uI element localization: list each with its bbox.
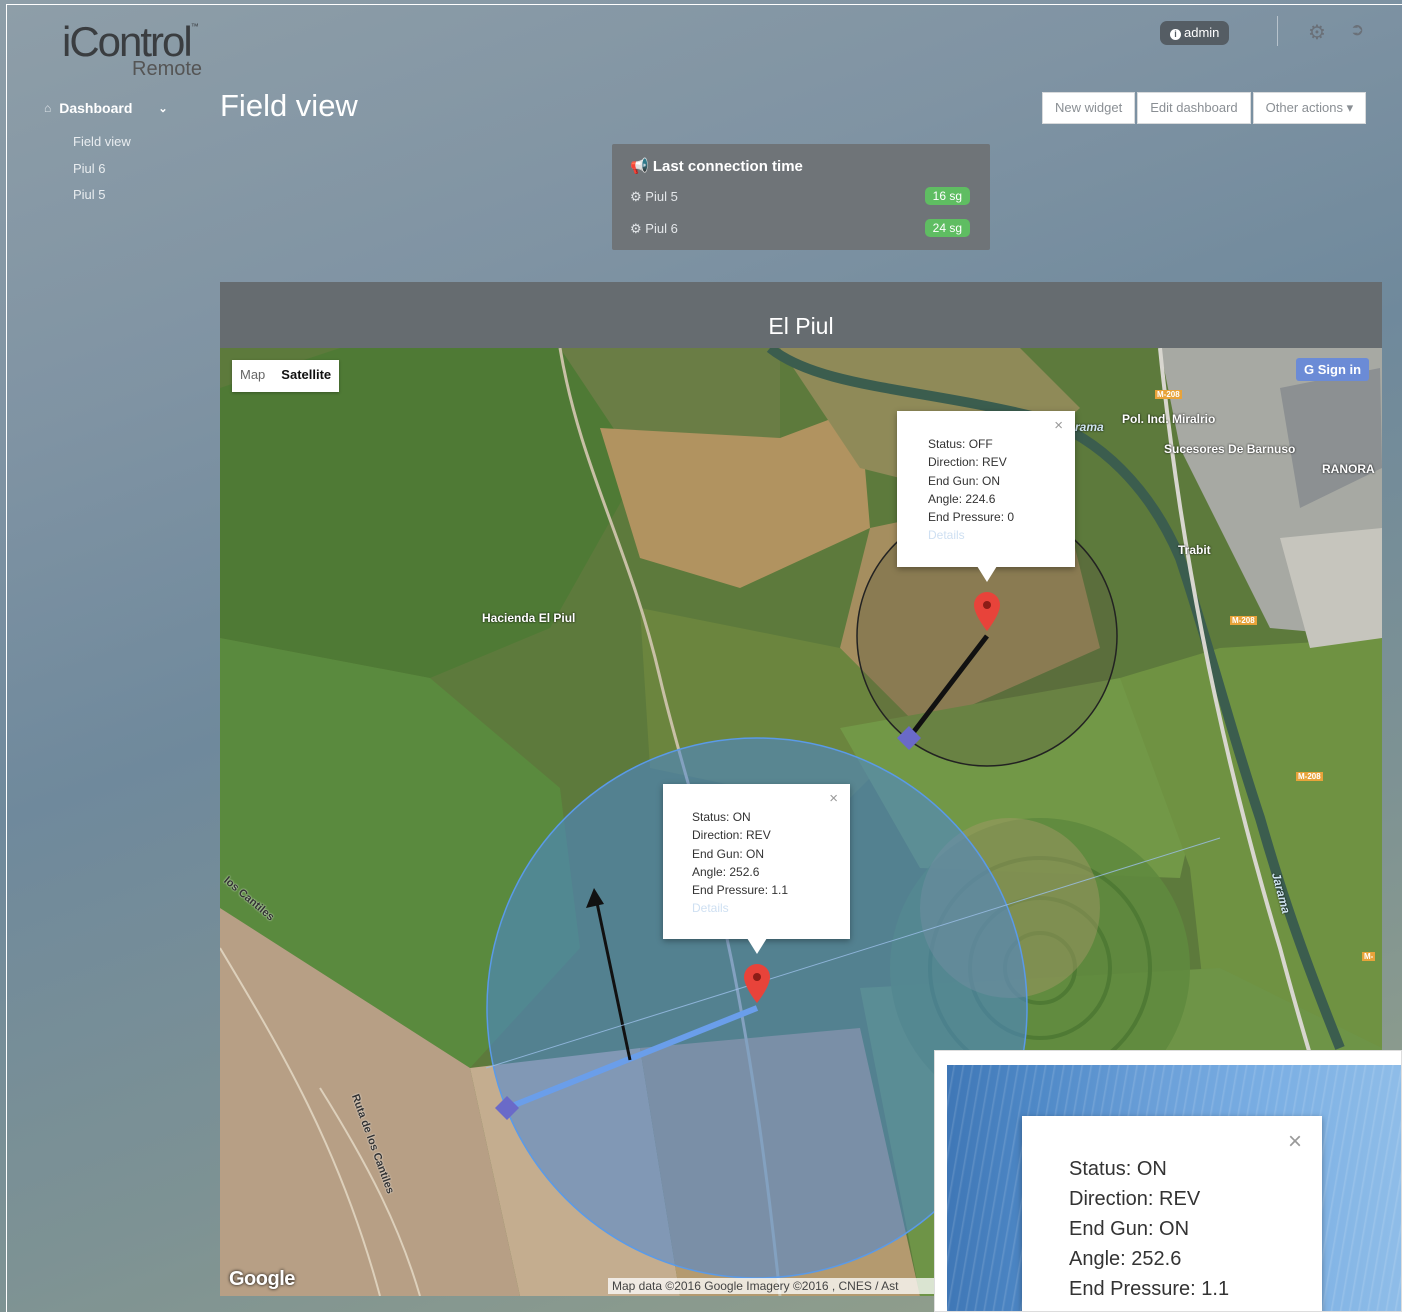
connection-time-badge: 24 sg [924,219,970,237]
widget-title: El Piul [768,313,834,339]
connection-time-badge: 16 sg [924,187,970,205]
pivot-info-popup: × Status: OFF Direction: REV End Gun: ON… [897,411,1075,567]
pivot-direction: Direction: REV [692,828,771,843]
details-link[interactable]: Details [928,526,1014,544]
user-menu-button[interactable]: i admin [1160,21,1230,45]
dashboard-toolbar: New widget Edit dashboard Other actions … [1040,92,1367,124]
new-widget-button[interactable]: New widget [1042,92,1136,124]
edit-dashboard-button[interactable]: Edit dashboard [1137,92,1251,124]
connection-row[interactable]: ⚙ Piul 5 16 sg [630,187,970,209]
road-shield: M-208 [1155,390,1182,399]
sidebar-subnav: Field view Piul 6 Piul 5 [73,134,131,214]
pivot-angle: Angle: 252.6 [692,864,760,879]
pivot-direction: Direction: REV [1069,1188,1201,1210]
chevron-down-icon: ⌄ [158,102,168,115]
map-place-label[interactable]: RANORA [1322,462,1375,476]
pivot-angle: Angle: 224.6 [928,491,996,506]
other-actions-button[interactable]: Other actions ▾ [1252,92,1367,124]
road-shield: M-208 [1230,616,1257,625]
road-shield: M-208 [1296,772,1323,781]
map-type-satellite-button[interactable]: Satellite [273,360,339,392]
close-icon[interactable]: × [1054,417,1063,434]
page-title: Field view [220,88,358,123]
logo-trademark: ™ [190,22,199,31]
close-icon[interactable]: × [829,790,838,807]
cubes-icon: ⚙ [630,189,642,204]
megaphone-icon: 📢 [630,158,649,175]
pivot-status: Status: ON [692,810,751,824]
sidebar-item-field-view[interactable]: Field view [73,134,131,161]
pivot-info-popup: × Status: ON Direction: REV End Gun: ON … [663,784,850,939]
close-icon[interactable]: × [1288,1128,1302,1156]
map-place-label[interactable]: Trabit [1178,543,1211,557]
user-name: admin [1184,25,1220,40]
pivot-end-gun: End Gun: ON [692,846,765,861]
popup-pointer [977,566,997,582]
sidebar-item-dashboard[interactable]: ⌂ Dashboard ⌄ [44,100,168,116]
map-attribution[interactable]: Map data ©2016 Google Imagery ©2016 , CN… [608,1278,938,1294]
pivot-angle: Angle: 252.6 [1069,1248,1182,1270]
last-connection-panel: 📢 Last connection time ⚙ Piul 5 16 sg ⚙ … [612,144,990,250]
pivot-status: Status: ON [1069,1158,1167,1180]
divider [1277,16,1278,46]
details-link[interactable]: Details [692,899,788,917]
app-logo[interactable]: iControl™ Remote [62,21,202,81]
pivot-end-pressure: End Pressure: 1.1 [692,883,789,898]
connection-row[interactable]: ⚙ Piul 6 24 sg [630,219,970,241]
google-logo: Google [229,1268,295,1290]
sign-in-button[interactable]: G Sign in [1296,358,1370,381]
pivot-status: Status: OFF [928,437,993,451]
info-circle-icon: i [1170,29,1181,40]
sidebar-item-label: Dashboard [59,100,133,116]
sidebar-item-piul-5[interactable]: Piul 5 [73,187,131,214]
cubes-icon: ⚙ [630,221,642,236]
map-place-label[interactable]: Sucesores De Barnuso [1164,442,1295,456]
pivot-info-popup-zoomed: × Status: ON Direction: REV End Gun: ON … [1022,1116,1322,1311]
map-place-label[interactable]: Pol. Ind. Miralrio [1122,412,1215,426]
pivot-end-pressure: End Pressure: 1.1 [1069,1278,1230,1300]
pivot-direction: Direction: REV [928,455,1007,470]
pivot-end-gun: End Gun: ON [1069,1218,1190,1240]
device-name: Piul 5 [645,189,678,204]
sign-out-icon[interactable]: ➲ [1350,20,1364,40]
pivot-end-gun: End Gun: ON [928,473,1001,488]
last-connection-title: 📢 Last connection time [630,158,803,175]
logo-subtitle: Remote [132,58,203,80]
zoomed-popup-inset: × Status: ON Direction: REV End Gun: ON … [934,1050,1402,1312]
home-icon: ⌂ [44,101,52,115]
sidebar-item-piul-6[interactable]: Piul 6 [73,161,131,188]
pivot-end-pressure: End Pressure: 0 [928,510,1015,525]
map-type-map-button[interactable]: Map [232,360,273,392]
map-type-toggle: Map Satellite [232,360,340,392]
popup-pointer [747,938,767,954]
widget-header: El Piul [220,282,1382,348]
gear-icon[interactable]: ⚙ [1308,20,1326,45]
map-river-label: rama [1075,420,1104,434]
device-name: Piul 6 [645,221,678,236]
map-place-label[interactable]: Hacienda El Piul [482,611,575,625]
road-shield: M- [1362,952,1376,961]
